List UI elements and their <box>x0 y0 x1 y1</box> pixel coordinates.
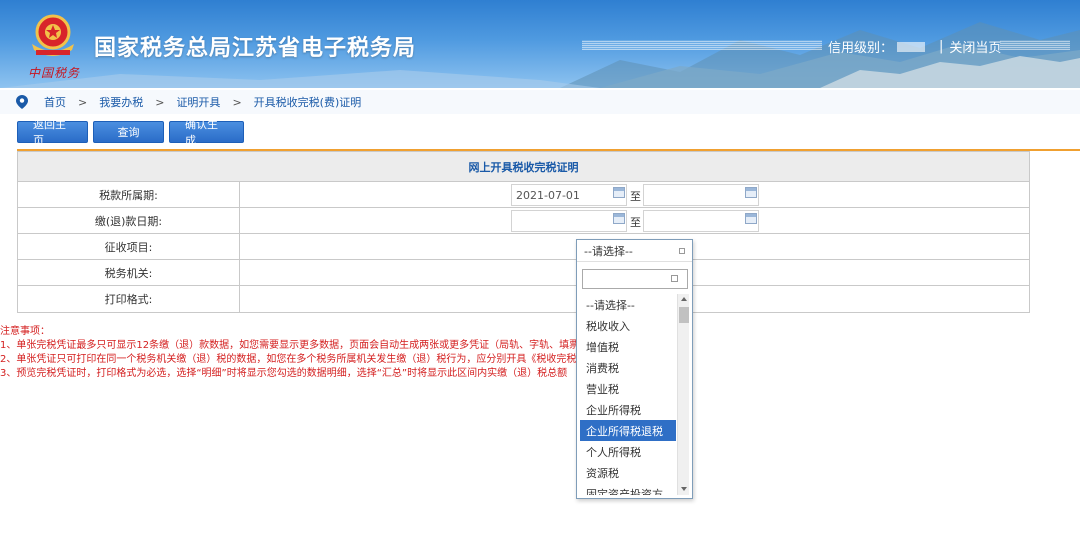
payment-date-value: 至 <box>240 208 1029 233</box>
payment-start-input[interactable] <box>511 210 627 232</box>
dropdown-selected-value[interactable]: --请选择-- <box>577 240 692 262</box>
breadcrumb-arrow: > <box>78 95 88 109</box>
dropdown-scrollbar[interactable] <box>677 294 689 495</box>
breadcrumb-certificates[interactable]: 证明开具 <box>176 94 220 110</box>
notes-heading: 注意事项： <box>0 326 50 337</box>
credit-level-label: 信用级别： <box>828 41 894 56</box>
confirm-generate-button[interactable]: 确认生成 <box>169 118 244 147</box>
breadcrumb-current[interactable]: 开具税收完税(费)证明 <box>254 94 362 110</box>
dropdown-option[interactable]: 资源税 <box>580 462 676 483</box>
calendar-icon[interactable] <box>613 187 625 198</box>
dropdown-option[interactable]: --请选择-- <box>580 294 676 315</box>
breadcrumb-arrow: > <box>155 95 165 109</box>
dropdown-option[interactable]: 企业所得税 <box>580 399 676 420</box>
scroll-down-icon[interactable] <box>681 487 687 491</box>
clear-icon[interactable] <box>671 275 678 282</box>
site-title: 国家税务总局江苏省电子税务局 <box>94 36 417 61</box>
breadcrumb-arrow: > <box>232 95 242 109</box>
dropdown-option[interactable]: 个人所得税 <box>580 441 676 462</box>
dropdown-selected-text: --请选择-- <box>584 244 633 258</box>
dropdown-option[interactable]: 税收收入 <box>580 315 676 336</box>
dropdown-option[interactable]: 增值税 <box>580 336 676 357</box>
calendar-icon[interactable] <box>745 213 757 224</box>
dropdown-option[interactable]: 消费税 <box>580 357 676 378</box>
notes-line: 2、单张凭证只可打印在同一个税务机关缴（退）税的数据，如您在多个税务所属机关发生… <box>0 354 580 365</box>
site-header: 中国税务 国家税务总局江苏省电子税务局 信用级别： | 关闭当页 <box>0 0 1080 88</box>
scrollbar-thumb[interactable] <box>679 307 689 323</box>
form-row-print-format: 打印格式: <box>18 286 1029 312</box>
scroll-up-icon[interactable] <box>681 297 687 301</box>
period-end-input[interactable] <box>643 184 759 206</box>
period-start-input[interactable]: 2021-07-01 <box>511 184 627 206</box>
notes-line: 3、预览完税凭证时，打印格式为必选，选择“明细”时将显示您勾选的数据明细，选择“… <box>0 368 568 379</box>
header-separator: | <box>939 39 944 54</box>
breadcrumb-tax-handling[interactable]: 我要办税 <box>99 94 143 110</box>
form-row-levy-item: 征收项目: <box>18 234 1029 260</box>
levy-item-dropdown[interactable]: --请选择-- --请选择-- 税收收入 增值税 消费税 营业税 企业所得税 企… <box>576 239 693 499</box>
header-decor-bar <box>582 40 822 50</box>
logo-script-text: 中国税务 <box>28 66 81 80</box>
form-row-payment-date: 缴(退)款日期: 至 <box>18 208 1029 234</box>
dropdown-toggle-icon[interactable] <box>679 248 685 254</box>
levy-item-label: 征收项目: <box>18 234 240 259</box>
to-label: 至 <box>630 190 641 203</box>
dropdown-option-highlighted[interactable]: 企业所得税退税 <box>580 420 676 441</box>
header-actions: 信用级别： | 关闭当页 <box>828 37 1001 56</box>
location-pin-icon <box>16 95 28 109</box>
to-label: 至 <box>630 216 641 229</box>
dropdown-option[interactable]: 营业税 <box>580 378 676 399</box>
national-emblem-icon <box>32 14 74 56</box>
tax-period-value: 2021-07-01 至 <box>240 182 1029 207</box>
form-row-tax-period: 税款所属期: 2021-07-01 至 <box>18 182 1029 208</box>
close-page-link[interactable]: 关闭当页 <box>949 37 1001 56</box>
tax-authority-label: 税务机关: <box>18 260 240 285</box>
notes-line: 1、单张完税凭证最多只可显示12条缴（退）款数据，如您需要显示更多数据，页面会自… <box>0 340 580 351</box>
calendar-icon[interactable] <box>613 213 625 224</box>
header-decor-bar <box>1000 40 1070 50</box>
return-home-button[interactable]: 返回主页 <box>17 118 88 147</box>
payment-date-label: 缴(退)款日期: <box>18 208 240 233</box>
form-row-tax-authority: 税务机关: <box>18 260 1029 286</box>
calendar-icon[interactable] <box>745 187 757 198</box>
payment-end-input[interactable] <box>643 210 759 232</box>
toolbar: 返回主页 查询 确认生成 <box>17 118 244 147</box>
credit-level-value <box>897 41 926 52</box>
breadcrumb-home[interactable]: 首页 <box>44 94 66 110</box>
breadcrumb: 首页 > 我要办税 > 证明开具 > 开具税收完税(费)证明 <box>0 90 1080 114</box>
dropdown-options-list: --请选择-- 税收收入 增值税 消费税 营业税 企业所得税 企业所得税退税 个… <box>580 294 676 495</box>
form-title: 网上开具税收完税证明 <box>18 152 1029 182</box>
query-button[interactable]: 查询 <box>93 121 164 143</box>
dropdown-option[interactable]: 固定资产投资方 <box>580 483 676 496</box>
notes-section: 注意事项： 1、单张完税凭证最多只可显示12条缴（退）款数据，如您需要显示更多数… <box>0 325 580 381</box>
tax-period-label: 税款所属期: <box>18 182 240 207</box>
print-format-label: 打印格式: <box>18 286 240 312</box>
certificate-form: 网上开具税收完税证明 税款所属期: 2021-07-01 至 缴(退)款日期: … <box>17 151 1030 313</box>
